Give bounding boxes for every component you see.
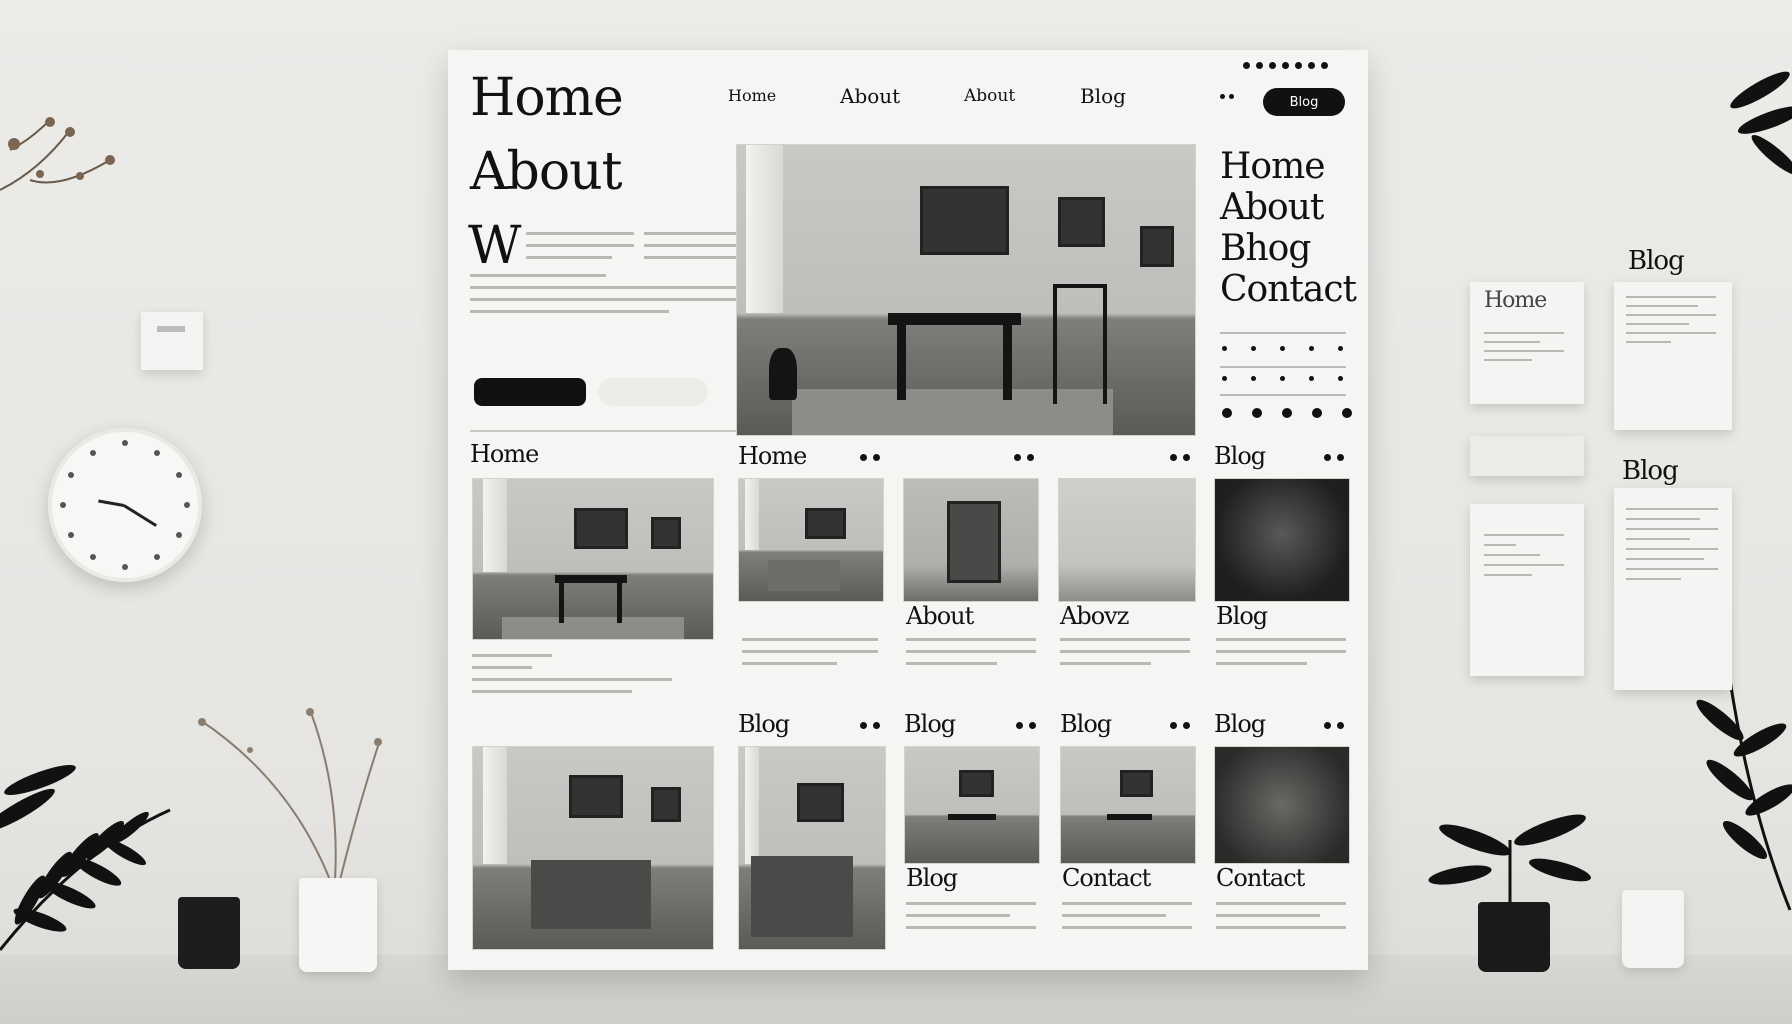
row1-photo-flowers [1214,478,1350,602]
big-menu-home[interactable]: Home [470,68,624,128]
nav-blog[interactable]: Blog [1080,84,1126,108]
row2-dots-2[interactable] [1016,722,1036,729]
row2-text-col4 [1216,902,1346,938]
wall-clock [48,428,202,582]
fern-plant-right [1696,679,1792,911]
wall-paper-3 [1470,504,1584,676]
drop-cap: W [468,216,521,276]
row2-dots-4[interactable] [1324,722,1344,729]
hero-secondary-controls[interactable] [598,378,708,406]
row2-left-photo [472,746,714,950]
wall-blog-label-1: Blog [1628,246,1685,276]
white-cup [299,878,377,972]
right-divider-1 [1220,332,1346,334]
dried-branch-left [0,117,115,191]
big-menu-about[interactable]: About [470,142,623,202]
wall-paper-home: Home [1470,282,1584,404]
dried-stems [198,708,382,881]
plant-top-right [1730,71,1792,176]
divider-left [470,430,754,432]
row2-photo-texture [1214,746,1350,864]
intro-text-col1 [526,232,634,268]
nav-blog-button[interactable]: Blog [1263,88,1345,116]
row1-text-col4 [1060,638,1190,674]
right-divider-3 [1220,394,1346,396]
wall-paper-4 [1614,488,1732,690]
row1-left-header: Home [470,440,539,468]
row2-caption-contact-1[interactable]: Contact [1062,864,1151,892]
right-divider-2 [1220,366,1346,368]
row1-text-col5 [1216,638,1346,674]
right-menu: Home About Bhog Contact [1220,146,1357,310]
row1-text-col2 [742,638,878,674]
right-dots-row-1 [1222,346,1343,351]
row1-caption-abovz[interactable]: Abovz [1060,602,1129,630]
row1-col5-header: Blog [1214,442,1266,470]
nav-about[interactable]: About [840,84,900,108]
row2-header-2: Blog [904,710,956,738]
row1-col2-dots[interactable] [860,454,880,461]
website-mockup: Home About W Home About About Blog Blog … [448,50,1368,970]
wall-blog-label-2: Blog [1622,456,1679,486]
right-menu-about[interactable]: About [1220,187,1356,228]
row2-dots-1[interactable] [860,722,880,729]
row2-header-1: Blog [738,710,790,738]
right-menu-bhog[interactable]: Bhog [1220,228,1356,269]
row1-col3-dots[interactable] [1014,454,1034,461]
row2-header-3: Blog [1060,710,1112,738]
row2-text-col3 [1062,902,1192,938]
row2-dots-3[interactable] [1170,722,1190,729]
row1-caption-about[interactable]: About [906,602,974,630]
row2-caption-contact-2[interactable]: Contact [1216,864,1305,892]
right-menu-contact[interactable]: Contact [1220,269,1357,310]
row1-left-text [472,654,672,702]
row2-text-col2 [906,902,1036,938]
right-menu-home[interactable]: Home [1220,146,1356,187]
white-vase [1622,890,1684,968]
row1-photo-studio [1058,478,1196,602]
row2-photo-room-3 [1060,746,1196,864]
intro-text-body [470,274,754,322]
hero-cta-button[interactable] [474,378,586,406]
right-dots-row-2 [1222,376,1343,381]
row1-col4-dots[interactable] [1170,454,1190,461]
black-planter [1478,902,1550,972]
right-dots-row-3[interactable] [1222,408,1352,418]
row1-photo-bedroom [738,478,884,602]
row1-text-col3 [906,638,1036,674]
wall-paper-blog-1 [1614,282,1732,430]
row2-caption-blog[interactable]: Blog [906,864,958,892]
hero-room-photo [736,144,1196,436]
nav-dots[interactable] [1220,94,1234,99]
row2-header-4: Blog [1214,710,1266,738]
top-dots [1243,62,1328,69]
row1-left-photo [472,478,714,640]
row2-photo-room-2 [904,746,1040,864]
light-switch [141,312,203,370]
nav-home[interactable]: Home [728,86,776,105]
row1-col5-dots[interactable] [1324,454,1344,461]
row1-photo-doorway [903,478,1039,602]
wall-paper-home-title: Home [1484,288,1547,313]
wall-paper-strip [1470,436,1584,476]
black-cup [178,897,240,969]
fern-plant-left [0,764,171,951]
row2-photo-bedroom [738,746,886,950]
potted-plant-right [1428,814,1591,910]
row1-caption-blog[interactable]: Blog [1216,602,1268,630]
row1-col2-header: Home [738,442,807,470]
nav-about-2[interactable]: About [964,86,1015,106]
